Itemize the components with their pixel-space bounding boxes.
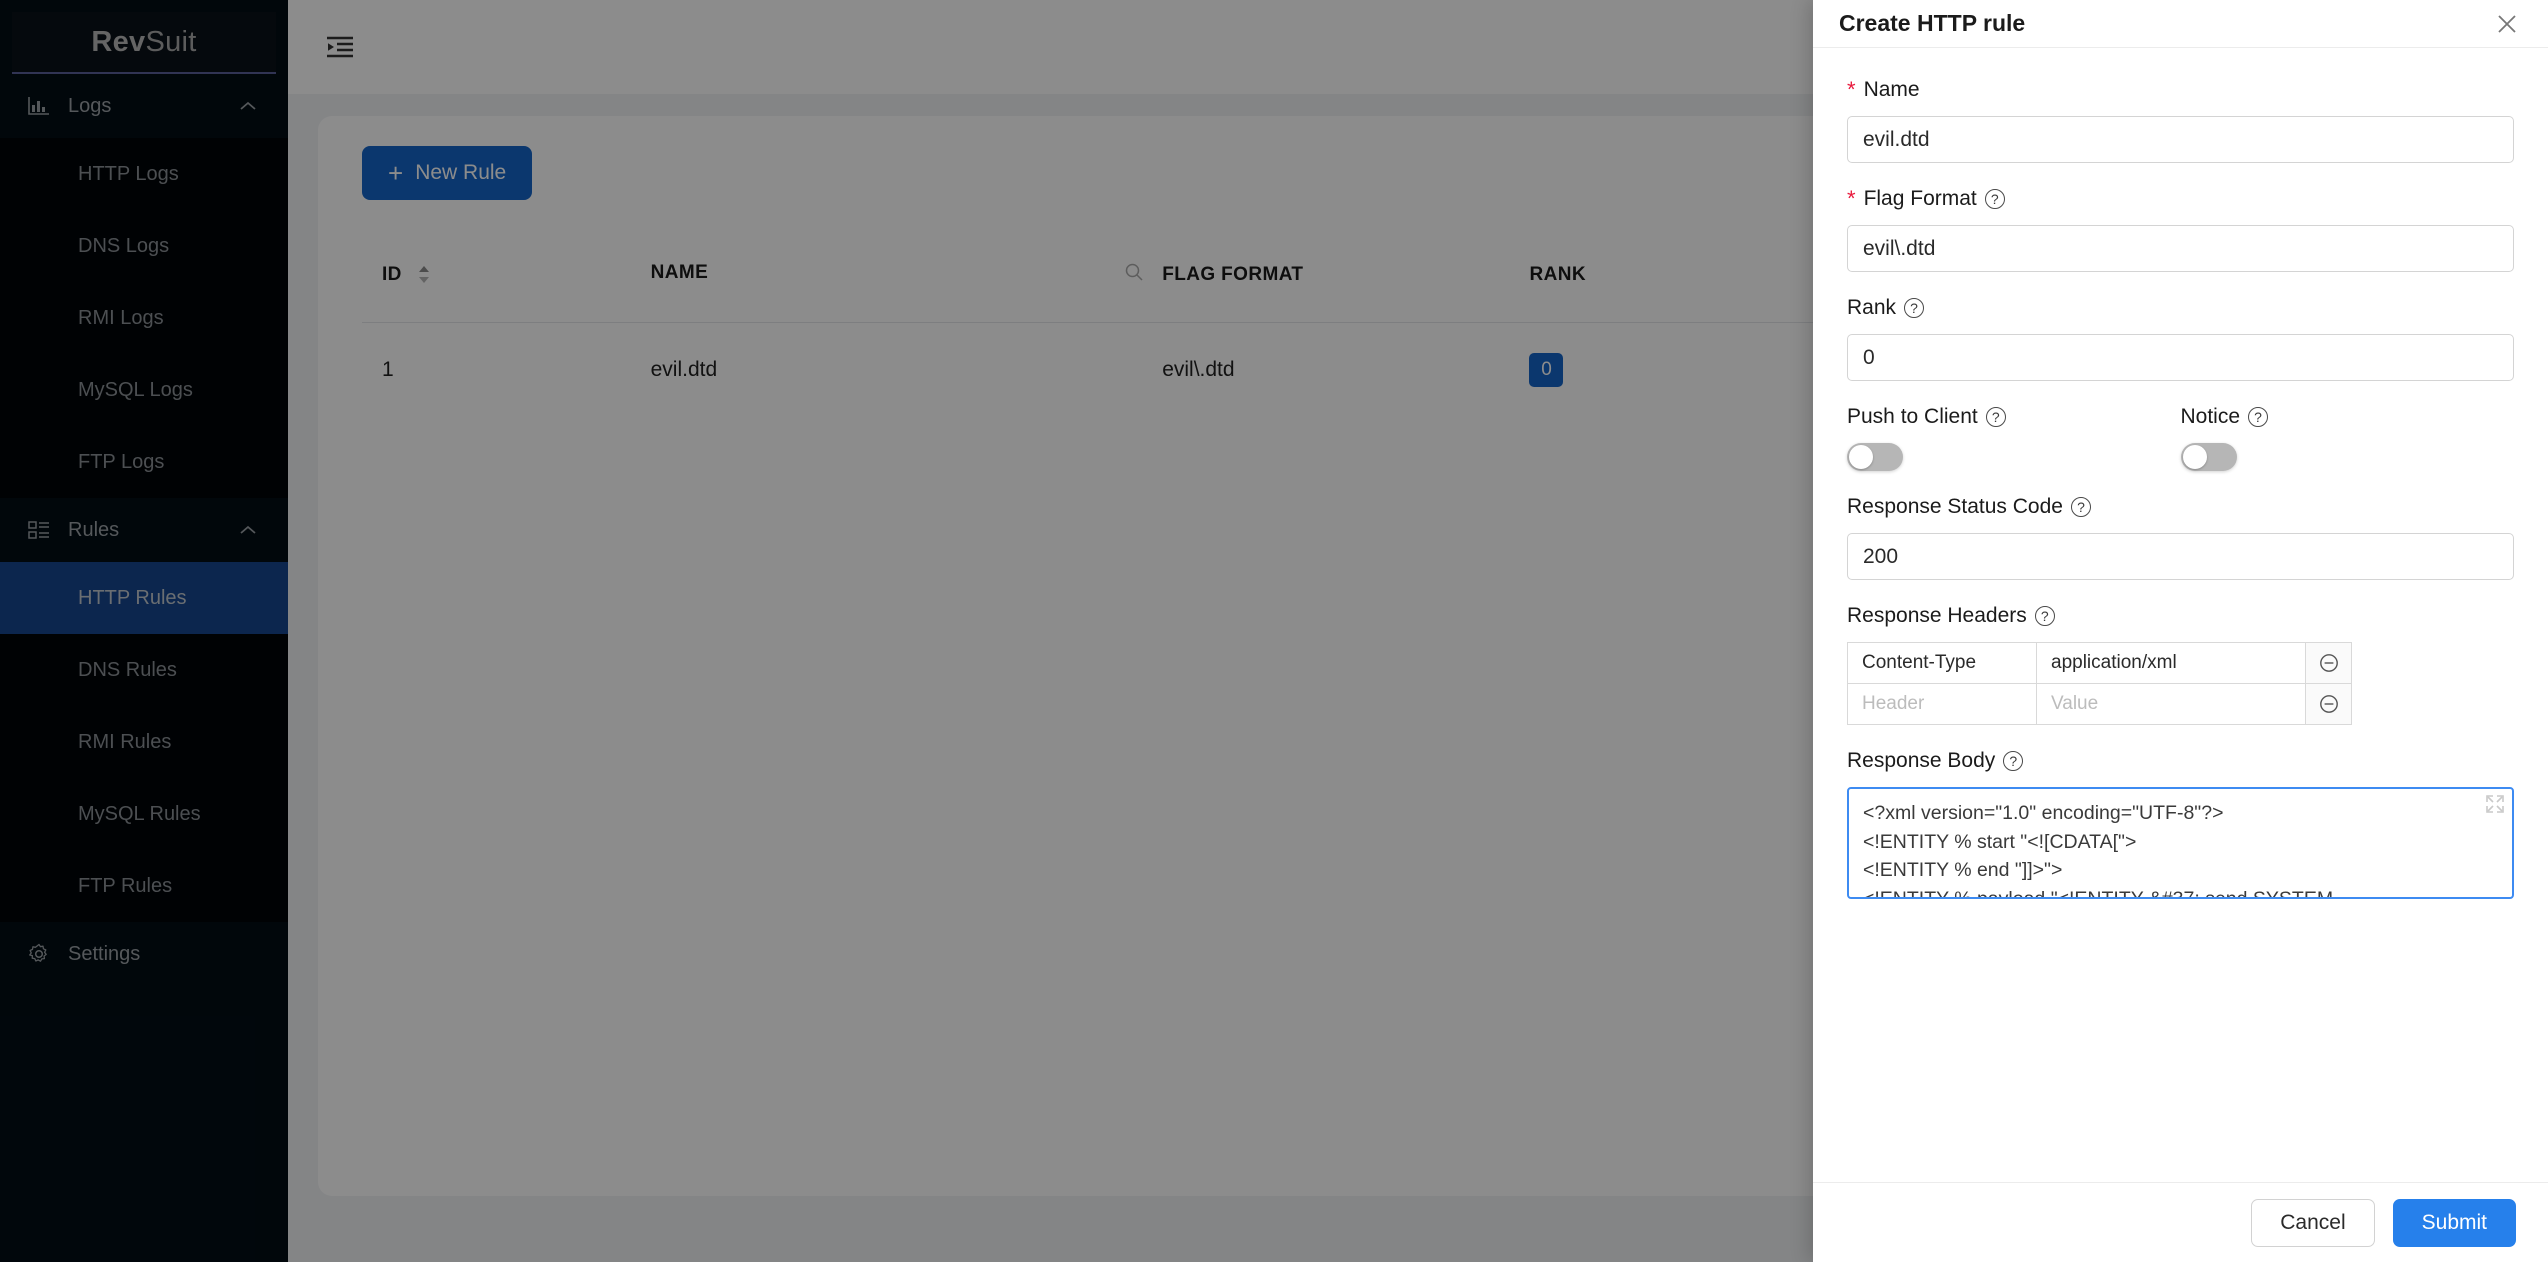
label-response-headers: Response Headers ? <box>1847 602 2514 630</box>
field-push-to-client: Push to Client ? <box>1847 403 2181 471</box>
label-text-rank: Rank <box>1847 296 1896 320</box>
label-text-response-headers: Response Headers <box>1847 604 2027 628</box>
required-asterisk: * <box>1847 188 1856 210</box>
help-icon[interactable]: ? <box>2003 751 2023 771</box>
label-response-body: Response Body ? <box>1847 747 2514 775</box>
cancel-button[interactable]: Cancel <box>2251 1199 2374 1247</box>
response-body-wrapper <box>1847 787 2514 899</box>
help-icon[interactable]: ? <box>2071 497 2091 517</box>
field-response-headers: Response Headers ? <box>1847 602 2514 725</box>
help-icon[interactable]: ? <box>2035 606 2055 626</box>
label-text-notice: Notice <box>2181 405 2241 429</box>
help-icon[interactable]: ? <box>1986 407 2006 427</box>
drawer-header: Create HTTP rule <box>1813 0 2548 48</box>
field-name: * Name <box>1847 76 2514 163</box>
field-flag-format: * Flag Format ? <box>1847 185 2514 272</box>
label-notice: Notice ? <box>2181 403 2515 431</box>
drawer-footer: Cancel Submit <box>1813 1182 2548 1262</box>
label-response-status-code: Response Status Code ? <box>1847 493 2514 521</box>
rank-input[interactable] <box>1847 334 2514 381</box>
response-header-key-input[interactable] <box>1847 642 2037 684</box>
field-response-status-code: Response Status Code ? <box>1847 493 2514 580</box>
label-push-to-client: Push to Client ? <box>1847 403 2181 431</box>
create-http-rule-drawer: Create HTTP rule * Name * Flag Format ? <box>1813 0 2548 1262</box>
label-name: * Name <box>1847 76 2514 104</box>
response-header-row <box>1847 642 2514 684</box>
response-header-value-input[interactable] <box>2036 683 2306 725</box>
close-icon[interactable] <box>2492 9 2522 39</box>
notice-toggle[interactable] <box>2181 443 2237 471</box>
label-text-push-to-client: Push to Client <box>1847 405 1978 429</box>
response-header-row <box>1847 683 2514 725</box>
drawer-body: * Name * Flag Format ? Rank ? <box>1813 48 2548 1182</box>
response-status-code-input[interactable] <box>1847 533 2514 580</box>
flag-format-input[interactable] <box>1847 225 2514 272</box>
field-notice: Notice ? <box>2181 403 2515 471</box>
response-header-value-input[interactable] <box>2036 642 2306 684</box>
response-body-textarea[interactable] <box>1849 789 2512 897</box>
expand-icon[interactable] <box>2484 793 2506 815</box>
remove-header-icon[interactable] <box>2305 642 2352 684</box>
required-asterisk: * <box>1847 79 1856 101</box>
label-flag-format: * Flag Format ? <box>1847 185 2514 213</box>
submit-button[interactable]: Submit <box>2393 1199 2516 1247</box>
label-rank: Rank ? <box>1847 294 2514 322</box>
field-response-body: Response Body ? <box>1847 747 2514 899</box>
label-text-name: Name <box>1864 78 1920 102</box>
label-text-response-body: Response Body <box>1847 749 1995 773</box>
field-rank: Rank ? <box>1847 294 2514 381</box>
app-root: RevSuit Logs HTTP Logs DNS Logs RMI Logs… <box>0 0 2548 1262</box>
help-icon[interactable]: ? <box>1904 298 1924 318</box>
label-text-response-status-code: Response Status Code <box>1847 495 2063 519</box>
remove-header-icon[interactable] <box>2305 683 2352 725</box>
help-icon[interactable]: ? <box>2248 407 2268 427</box>
toggles-row: Push to Client ? Notice ? <box>1847 403 2514 471</box>
drawer-title: Create HTTP rule <box>1839 10 2025 37</box>
name-input[interactable] <box>1847 116 2514 163</box>
response-header-key-input[interactable] <box>1847 683 2037 725</box>
push-to-client-toggle[interactable] <box>1847 443 1903 471</box>
help-icon[interactable]: ? <box>1985 189 2005 209</box>
label-text-flag-format: Flag Format <box>1864 187 1977 211</box>
